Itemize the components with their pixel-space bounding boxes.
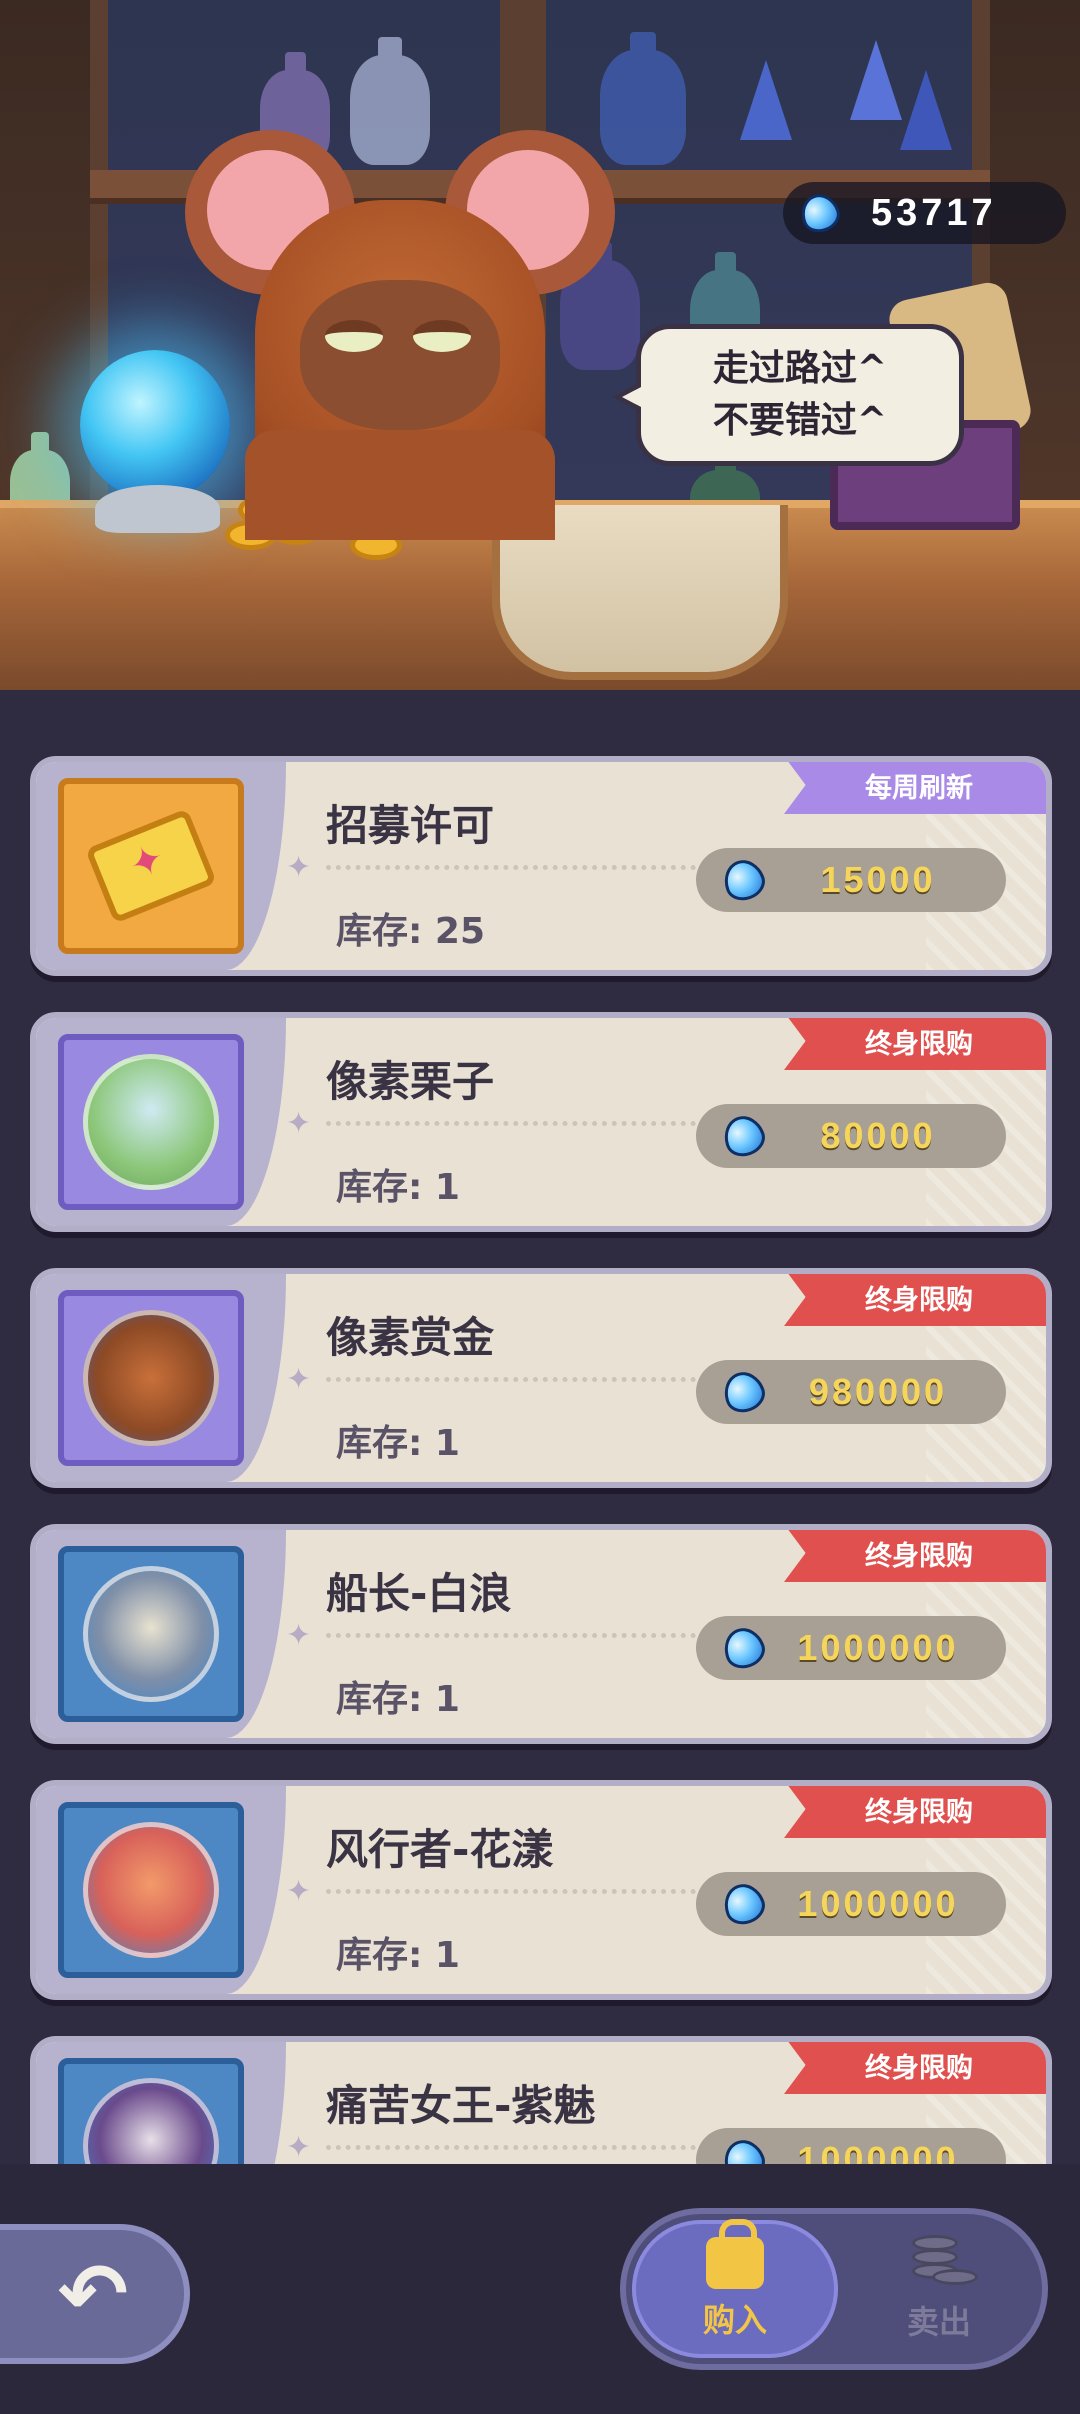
merchant-eye — [413, 320, 471, 352]
recruit-ticket-icon — [85, 808, 217, 924]
item-name: 痛苦女王-紫魅 — [326, 2081, 596, 2130]
tab-buy-label: 购入 — [702, 2301, 767, 2339]
blue-gem-icon — [718, 1366, 770, 1418]
dotted-divider — [326, 1633, 696, 1638]
item-price: 1000000 — [797, 1883, 959, 1924]
dotted-divider — [326, 2145, 696, 2150]
sparkle-icon: ✦ — [286, 850, 312, 885]
crystal-icon — [850, 40, 902, 120]
crystal-icon — [740, 60, 792, 140]
windwalker-portrait-icon — [83, 1822, 219, 1958]
item-price: 1000000 — [797, 2139, 959, 2164]
item-price: 80000 — [820, 1115, 936, 1156]
item-stock: 库存: 1 — [336, 1167, 460, 1208]
speech-line-2: 不要错过^ — [712, 400, 888, 441]
blue-gem-icon — [718, 854, 770, 906]
bottom-bar: ↶ 购入 卖出 — [0, 2164, 1080, 2414]
refresh-tag: 每周刷新 — [784, 762, 1046, 814]
shop-item-card[interactable]: ✦ 风行者-花漾 库存: 1 1000000 终身限购 — [30, 1780, 1052, 2000]
item-name: 风行者-花漾 — [326, 1825, 554, 1874]
buy-sell-toggle[interactable]: 购入 卖出 — [620, 2208, 1048, 2370]
tab-sell[interactable]: 卖出 — [836, 2220, 1042, 2358]
buy-price-button[interactable]: 1000000 — [696, 2128, 1006, 2164]
back-arrow-icon: ↶ — [57, 2245, 129, 2343]
buy-price-button[interactable]: 1000000 — [696, 1616, 1006, 1680]
item-stock: 库存: 25 — [336, 911, 486, 952]
tab-sell-label: 卖出 — [906, 2303, 971, 2341]
dotted-divider — [326, 865, 696, 870]
crystal-icon — [900, 70, 952, 150]
item-thumbnail — [58, 1290, 244, 1466]
merchant-mouse[interactable] — [185, 130, 615, 540]
buy-price-button[interactable]: 980000 — [696, 1360, 1006, 1424]
shop-item-card[interactable]: ✦ 船长-白浪 库存: 1 1000000 终身限购 — [30, 1524, 1052, 1744]
item-price: 980000 — [808, 1371, 948, 1412]
shop-scene: 53717 走过路过^ 不要错过^ — [0, 0, 1080, 690]
shop-item-card[interactable]: ✦ 招募许可 库存: 25 15000 每周刷新 — [30, 756, 1052, 976]
dotted-divider — [326, 1121, 696, 1126]
merchant-robe — [245, 430, 555, 540]
item-name: 船长-白浪 — [326, 1569, 512, 1618]
dotted-divider — [326, 1377, 696, 1382]
blue-gem-icon — [718, 1878, 770, 1930]
merchant-face — [300, 280, 500, 430]
speech-line-1: 走过路过^ — [712, 348, 888, 389]
gem-balance: 53717 — [783, 182, 1066, 244]
item-price: 15000 — [820, 859, 936, 900]
gem-balance-value: 53717 — [871, 191, 997, 234]
blue-gem-icon — [795, 188, 845, 238]
item-thumbnail — [58, 778, 244, 954]
limit-tag: 终身限购 — [784, 1274, 1046, 1326]
shop-item-card[interactable]: ✦ 痛苦女王-紫魅 1000000 终身限购 — [30, 2036, 1052, 2164]
item-thumbnail — [58, 1546, 244, 1722]
queen-portrait-icon — [83, 2078, 219, 2164]
sparkle-icon: ✦ — [286, 1618, 312, 1653]
captain-portrait-icon — [83, 1566, 219, 1702]
blue-gem-icon — [718, 1622, 770, 1674]
sparkle-icon: ✦ — [286, 2130, 312, 2164]
item-name: 像素栗子 — [326, 1057, 495, 1106]
tab-buy[interactable]: 购入 — [632, 2219, 838, 2358]
item-thumbnail — [58, 1034, 244, 1210]
limit-tag: 终身限购 — [784, 1018, 1046, 1070]
sparkle-icon: ✦ — [286, 1362, 312, 1397]
sparkle-icon: ✦ — [286, 1874, 312, 1909]
merchant-speech-bubble: 走过路过^ 不要错过^ — [613, 324, 964, 466]
merchant-eye — [325, 320, 383, 352]
buy-price-button[interactable]: 80000 — [696, 1104, 1006, 1168]
coin-stack-icon — [904, 2235, 978, 2291]
limit-tag: 终身限购 — [784, 1786, 1046, 1838]
pixel-chestnut-icon — [83, 1054, 219, 1190]
sparkle-icon: ✦ — [286, 1106, 312, 1141]
limit-tag: 终身限购 — [784, 2042, 1046, 2094]
item-stock: 库存: 1 — [336, 1935, 460, 1976]
shop-item-card[interactable]: ✦ 像素赏金 库存: 1 980000 终身限购 — [30, 1268, 1052, 1488]
blue-gem-icon — [718, 2134, 770, 2164]
shopping-bag-icon — [706, 2219, 764, 2289]
pixel-bounty-icon — [83, 1310, 219, 1446]
item-price: 1000000 — [797, 1627, 959, 1668]
item-thumbnail — [58, 1802, 244, 1978]
limit-tag: 终身限购 — [784, 1530, 1046, 1582]
shop-item-list[interactable]: ✦ 招募许可 库存: 25 15000 每周刷新 ✦ 像素栗子 库存: 1 80… — [0, 690, 1080, 2164]
back-button[interactable]: ↶ — [0, 2224, 190, 2364]
item-stock: 库存: 1 — [336, 1679, 460, 1720]
item-stock: 库存: 1 — [336, 1423, 460, 1464]
shop-item-card[interactable]: ✦ 像素栗子 库存: 1 80000 终身限购 — [30, 1012, 1052, 1232]
item-name: 招募许可 — [326, 801, 495, 850]
item-thumbnail — [58, 2058, 244, 2164]
item-name: 像素赏金 — [326, 1313, 495, 1362]
buy-price-button[interactable]: 15000 — [696, 848, 1006, 912]
blue-gem-icon — [718, 1110, 770, 1162]
buy-price-button[interactable]: 1000000 — [696, 1872, 1006, 1936]
dotted-divider — [326, 1889, 696, 1894]
